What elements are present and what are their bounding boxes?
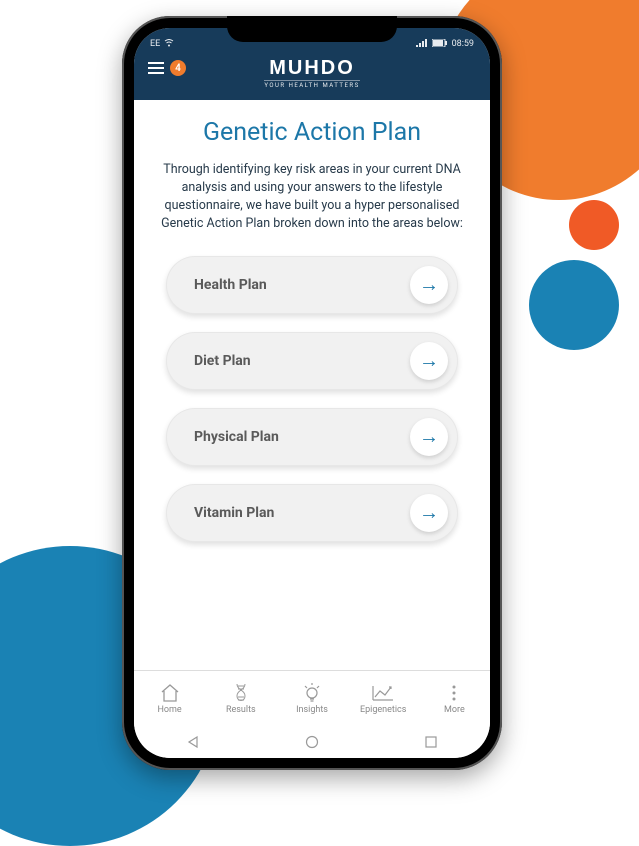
- recent-softkey[interactable]: [422, 733, 440, 751]
- nav-label: More: [444, 705, 465, 715]
- nav-epigenetics[interactable]: Epigenetics: [348, 683, 419, 715]
- status-time: 08:59: [452, 39, 474, 49]
- nav-label: Home: [157, 705, 181, 715]
- signal-icon: [416, 39, 428, 50]
- plan-list: Health Plan → Diet Plan → Physical Plan …: [156, 256, 468, 542]
- nav-label: Insights: [296, 705, 328, 715]
- nav-results[interactable]: Results: [205, 683, 276, 715]
- logo: MUHDO YOUR HEALTH MATTERS: [264, 58, 359, 89]
- plan-label: Vitamin Plan: [194, 505, 274, 521]
- bottom-nav: Home Results Insights Epigenetics: [134, 670, 490, 726]
- more-icon: [451, 683, 457, 703]
- home-icon: [160, 683, 180, 703]
- page-content: Genetic Action Plan Through identifying …: [134, 100, 490, 542]
- phone-frame: EE 08:59: [122, 16, 502, 770]
- logo-text: MUHDO: [264, 58, 359, 78]
- plan-physical[interactable]: Physical Plan →: [166, 408, 458, 466]
- plan-diet[interactable]: Diet Plan →: [166, 332, 458, 390]
- home-softkey[interactable]: [303, 733, 321, 751]
- chart-icon: [372, 683, 394, 703]
- notification-badge: 4: [170, 60, 186, 76]
- arrow-right-icon: →: [410, 266, 448, 304]
- status-carrier: EE: [150, 39, 160, 49]
- bg-circle-blue-small: [529, 260, 619, 350]
- screen: EE 08:59: [134, 28, 490, 758]
- plan-label: Diet Plan: [194, 353, 251, 369]
- hamburger-icon: [148, 62, 164, 74]
- back-softkey[interactable]: [184, 733, 202, 751]
- wifi-icon: [164, 39, 174, 50]
- menu-button[interactable]: 4: [148, 60, 186, 76]
- plan-health[interactable]: Health Plan →: [166, 256, 458, 314]
- plan-label: Health Plan: [194, 277, 267, 293]
- plan-vitamin[interactable]: Vitamin Plan →: [166, 484, 458, 542]
- softkey-bar: [134, 726, 490, 758]
- nav-home[interactable]: Home: [134, 683, 205, 715]
- bulb-icon: [303, 683, 321, 703]
- arrow-right-icon: →: [410, 418, 448, 456]
- nav-insights[interactable]: Insights: [276, 683, 347, 715]
- nav-label: Results: [226, 705, 256, 715]
- page-description: Through identifying key risk areas in yo…: [156, 161, 468, 234]
- nav-label: Epigenetics: [360, 705, 406, 715]
- phone-notch: [227, 16, 397, 42]
- battery-icon: [432, 39, 448, 50]
- arrow-right-icon: →: [410, 494, 448, 532]
- logo-subtitle: YOUR HEALTH MATTERS: [264, 80, 359, 89]
- dna-icon: [234, 683, 248, 703]
- arrow-right-icon: →: [410, 342, 448, 380]
- nav-more[interactable]: More: [419, 683, 490, 715]
- bg-circle-orange-small: [569, 200, 619, 250]
- plan-label: Physical Plan: [194, 429, 279, 445]
- page-title: Genetic Action Plan: [156, 118, 468, 147]
